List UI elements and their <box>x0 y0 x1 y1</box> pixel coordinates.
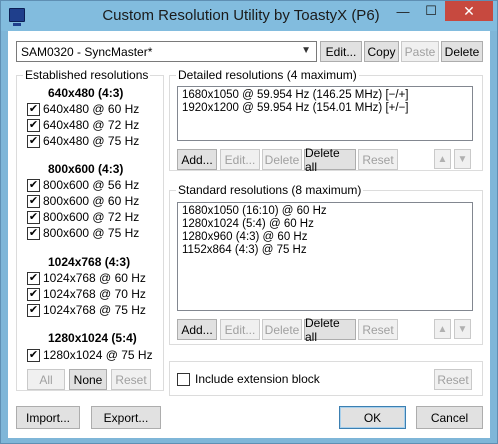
close-button[interactable]: ✕ <box>445 1 493 21</box>
import-button[interactable]: Import... <box>16 406 80 429</box>
checkbox-checked-icon[interactable]: ✔ <box>27 194 40 208</box>
detailed-delete-button[interactable]: Delete <box>262 149 302 170</box>
established-item[interactable]: ✔ 800x600 @ 75 Hz <box>27 225 139 241</box>
maximize-button[interactable]: ☐ <box>417 1 445 21</box>
list-item[interactable]: 1280x1024 (5:4) @ 60 Hz <box>182 218 468 231</box>
arrow-up-icon: ▲ <box>437 153 448 165</box>
standard-reset-button[interactable]: Reset <box>358 319 398 340</box>
detailed-edit-button[interactable]: Edit... <box>220 149 260 170</box>
select-none-button[interactable]: None <box>69 369 107 390</box>
established-item[interactable]: ✔ 640x480 @ 60 Hz <box>27 101 139 117</box>
established-item[interactable]: ✔ 800x600 @ 72 Hz <box>27 209 139 225</box>
checkbox-checked-icon[interactable]: ✔ <box>27 102 40 116</box>
detailed-move-up-button[interactable]: ▲ <box>434 149 451 169</box>
established-reset-button[interactable]: Reset <box>111 369 151 390</box>
list-item[interactable]: 1920x1200 @ 59.954 Hz (154.01 MHz) [+/−] <box>182 102 468 115</box>
checkbox-checked-icon[interactable]: ✔ <box>27 178 40 192</box>
standard-delete-all-button[interactable]: Delete all <box>304 316 356 344</box>
list-item[interactable]: 1680x1050 (16:10) @ 60 Hz <box>182 205 468 218</box>
arrow-down-icon: ▼ <box>457 323 468 335</box>
minimize-button[interactable]: — <box>389 1 417 21</box>
export-button[interactable]: Export... <box>91 406 161 429</box>
checkbox-unchecked-icon[interactable] <box>177 372 190 386</box>
edit-monitor-button[interactable]: Edit... <box>320 41 362 62</box>
chevron-down-icon: ▼ <box>301 45 311 56</box>
standard-move-up-button[interactable]: ▲ <box>434 319 451 339</box>
cancel-button[interactable]: Cancel <box>416 406 483 429</box>
established-item[interactable]: ✔ 800x600 @ 56 Hz <box>27 177 139 193</box>
checkbox-checked-icon[interactable]: ✔ <box>27 134 40 148</box>
title-bar[interactable]: Custom Resolution Utility by ToastyX (P6… <box>1 1 497 31</box>
detailed-reset-button[interactable]: Reset <box>358 149 398 170</box>
standard-move-down-button[interactable]: ▼ <box>454 319 471 339</box>
select-all-button[interactable]: All <box>27 369 65 390</box>
monitor-select-value: SAM0320 - SyncMaster* <box>21 44 153 59</box>
checkbox-checked-icon[interactable]: ✔ <box>27 303 40 317</box>
detailed-resolutions-list[interactable]: 1680x1050 @ 59.954 Hz (146.25 MHz) [−/+]… <box>177 86 473 141</box>
app-window: Custom Resolution Utility by ToastyX (P6… <box>0 0 498 444</box>
checkbox-checked-icon[interactable]: ✔ <box>27 226 40 240</box>
established-item[interactable]: ✔ 1024x768 @ 75 Hz <box>27 302 146 318</box>
delete-monitor-button[interactable]: Delete <box>441 41 483 62</box>
arrow-up-icon: ▲ <box>437 323 448 335</box>
established-item[interactable]: ✔ 640x480 @ 75 Hz <box>27 133 139 149</box>
checkbox-checked-icon[interactable]: ✔ <box>27 118 40 132</box>
checkbox-checked-icon[interactable]: ✔ <box>27 210 40 224</box>
checkbox-checked-icon[interactable]: ✔ <box>27 348 40 362</box>
include-extension-label: Include extension block <box>195 372 320 386</box>
detailed-move-down-button[interactable]: ▼ <box>454 149 471 169</box>
group-heading-640x480: 640x480 (4:3) <box>48 86 124 100</box>
detailed-delete-all-button[interactable]: Delete all <box>304 146 356 174</box>
checkbox-checked-icon[interactable]: ✔ <box>27 271 40 285</box>
include-extension-checkbox[interactable]: Include extension block <box>177 372 320 386</box>
established-item[interactable]: ✔ 1024x768 @ 70 Hz <box>27 286 146 302</box>
paste-button[interactable]: Paste <box>401 41 439 62</box>
established-group-label: Established resolutions <box>23 68 151 82</box>
group-heading-1280x1024: 1280x1024 (5:4) <box>48 331 137 345</box>
list-item[interactable]: 1280x960 (4:3) @ 60 Hz <box>182 231 468 244</box>
detailed-add-button[interactable]: Add... <box>177 149 217 170</box>
standard-group-label: Standard resolutions (8 maximum) <box>176 183 364 197</box>
established-item[interactable]: ✔ 1024x768 @ 60 Hz <box>27 270 146 286</box>
group-heading-1024x768: 1024x768 (4:3) <box>48 255 131 269</box>
ok-button[interactable]: OK <box>339 406 406 429</box>
list-item[interactable]: 1680x1050 @ 59.954 Hz (146.25 MHz) [−/+] <box>182 89 468 102</box>
standard-edit-button[interactable]: Edit... <box>220 319 260 340</box>
copy-button[interactable]: Copy <box>364 41 399 62</box>
standard-resolutions-list[interactable]: 1680x1050 (16:10) @ 60 Hz 1280x1024 (5:4… <box>177 202 473 311</box>
group-heading-800x600: 800x600 (4:3) <box>48 162 124 176</box>
detailed-group-label: Detailed resolutions (4 maximum) <box>176 68 359 82</box>
checkbox-checked-icon[interactable]: ✔ <box>27 287 40 301</box>
standard-delete-button[interactable]: Delete <box>262 319 302 340</box>
established-item[interactable]: ✔ 1280x1024 @ 75 Hz <box>27 347 153 363</box>
standard-add-button[interactable]: Add... <box>177 319 217 340</box>
monitor-select[interactable]: SAM0320 - SyncMaster* ▼ <box>16 41 317 62</box>
established-item[interactable]: ✔ 640x480 @ 72 Hz <box>27 117 139 133</box>
dialog-body: SAM0320 - SyncMaster* ▼ Edit... Copy Pas… <box>8 31 490 438</box>
established-item[interactable]: ✔ 800x600 @ 60 Hz <box>27 193 139 209</box>
list-item[interactable]: 1152x864 (4:3) @ 75 Hz <box>182 244 468 257</box>
extension-reset-button[interactable]: Reset <box>434 369 472 390</box>
arrow-down-icon: ▼ <box>457 153 468 165</box>
